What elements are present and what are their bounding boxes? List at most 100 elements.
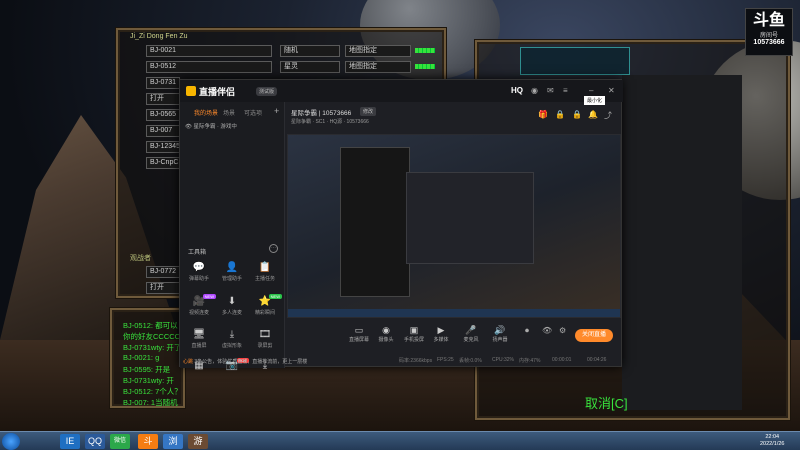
cpu: CPU:32% bbox=[492, 357, 514, 363]
tool-record[interactable]: 🎞 录屏剪 bbox=[250, 328, 280, 358]
taskbar: IE QQ 微信 斗 浏 游 22:04 2022/1/26 bbox=[0, 431, 800, 450]
tool-manager[interactable]: 👤 管理助手 bbox=[217, 261, 247, 291]
fps: FPS:25 bbox=[437, 357, 454, 363]
eye-icon[interactable]: 👁 bbox=[542, 326, 552, 335]
chat-line: BJ-007: 1当随机 bbox=[123, 398, 178, 407]
lock-icon[interactable]: 🔒 bbox=[555, 110, 565, 119]
taskbar-game[interactable]: 游 bbox=[188, 434, 208, 449]
clock[interactable]: 22:04 2022/1/26 bbox=[760, 434, 784, 448]
app-logo: 直播伴侣 bbox=[186, 85, 235, 98]
chat-line: BJ-0731wty: 开 bbox=[123, 376, 174, 385]
slot-name[interactable]: BJ-0512 bbox=[146, 61, 272, 73]
toolbox-more-icon[interactable]: ⋯ bbox=[269, 244, 278, 253]
bitrate: 码率:2366kbps bbox=[399, 358, 433, 364]
room-subtitle: 星际争霸 · SC1 · HQ源 · 10573666 bbox=[291, 119, 369, 125]
observer-slot[interactable]: BJ-0772 bbox=[146, 266, 180, 278]
room-title: 星际争霸 | 10573666 bbox=[291, 110, 352, 117]
cancel-label[interactable]: 取消[C] bbox=[585, 393, 628, 412]
slot-name[interactable]: BJ-0731 bbox=[146, 77, 180, 89]
action-screen[interactable]: ▭ 直播屏幕 bbox=[345, 325, 373, 343]
preview-taskbar bbox=[288, 309, 620, 317]
slot-team[interactable]: 地图指定 bbox=[345, 61, 411, 73]
taskbar-qq[interactable]: QQ bbox=[85, 434, 105, 449]
record-icon[interactable]: ⏺ bbox=[525, 326, 529, 336]
taskbar-wechat[interactable]: 微信 bbox=[110, 434, 130, 449]
tool-avatar[interactable]: ⤓ 虚拟形象 bbox=[217, 328, 247, 358]
tool-screen[interactable]: 🖥 直播屏 bbox=[184, 328, 214, 358]
taskbar-ie[interactable]: IE bbox=[60, 434, 80, 449]
monitor-icon: 🖥 bbox=[192, 329, 206, 340]
elapsed-time: 00:00:01 bbox=[552, 357, 572, 363]
stop-live-button[interactable]: 关闭直播 bbox=[575, 329, 613, 342]
memory: 内存:47% bbox=[519, 358, 541, 364]
bell-icon[interactable]: 🔔 bbox=[588, 110, 598, 119]
drop-rate: 丢帧:0.0% bbox=[459, 358, 482, 364]
action-camera[interactable]: ◉ 摄像头 bbox=[372, 325, 400, 343]
action-phone[interactable]: ▣ 手机投屏 bbox=[400, 325, 428, 343]
logo-icon bbox=[186, 86, 196, 96]
tool-multi-link[interactable]: ⬇ 多人连麦 bbox=[217, 295, 247, 325]
gift-icon[interactable]: 🎁 bbox=[538, 110, 548, 119]
live-time: 00:04:26 bbox=[587, 357, 607, 363]
tasks-icon: 📋 bbox=[258, 262, 272, 273]
clock-date: 2022/1/26 bbox=[760, 441, 785, 447]
stream-preview[interactable] bbox=[287, 134, 621, 318]
douyu-logo: 斗鱼 bbox=[752, 12, 785, 29]
menu-icon[interactable]: ≡ bbox=[563, 86, 568, 95]
tab-my-scene[interactable]: 我的场景 bbox=[194, 108, 218, 117]
toolbox-title: 工具箱 bbox=[188, 250, 207, 256]
slot-name[interactable]: BJ-0565 bbox=[146, 109, 180, 121]
minimap-panel bbox=[520, 47, 630, 75]
manager-icon: 👤 bbox=[225, 262, 239, 273]
slot-name[interactable]: 打开 bbox=[146, 93, 180, 105]
action-mic[interactable]: 🎤 麦克风 bbox=[457, 325, 485, 343]
scene-name: 星际争霸 · 游戏中 bbox=[193, 124, 237, 130]
speaker-icon: 🔊 bbox=[494, 325, 506, 335]
action-media[interactable]: ▶ 多媒体 bbox=[427, 325, 455, 343]
tab-scene[interactable]: 场景 bbox=[223, 108, 235, 117]
tool-danmu[interactable]: 💬 弹幕助手 bbox=[184, 261, 214, 291]
eye-icon[interactable]: 👁 bbox=[185, 124, 194, 130]
desktop: Ji_Zi Dong Fen Zu BJ-0021 随机 地图指定 BJ-051… bbox=[0, 0, 800, 450]
share-icon[interactable]: ⤴ bbox=[604, 110, 612, 121]
slot-name[interactable]: BJ-12345 bbox=[146, 141, 180, 153]
slot-team[interactable]: 地图指定 bbox=[345, 45, 411, 57]
tool-video-link[interactable]: NEW 🎥 视频连麦 bbox=[184, 294, 216, 325]
film-icon: 🎞 bbox=[258, 329, 272, 340]
slot-name[interactable]: BJ-007 bbox=[146, 125, 180, 137]
chat-line: BJ-0595: 开是 bbox=[123, 365, 171, 374]
tool-highlights[interactable]: NEW ⭐ 精彩瞬间 bbox=[250, 294, 282, 325]
slot-race[interactable]: 星灵 bbox=[280, 61, 340, 73]
avatar-icon[interactable]: ◉ bbox=[531, 86, 538, 95]
mail-icon[interactable]: ✉ bbox=[547, 86, 554, 95]
preview-nested-app bbox=[406, 172, 534, 264]
minimize-icon[interactable]: – bbox=[589, 86, 593, 95]
room-card: 斗鱼 房间号 10573666 bbox=[745, 8, 793, 56]
tab-options[interactable]: 可选项 bbox=[244, 108, 262, 117]
tool-tasks[interactable]: 📋 主播任务 bbox=[250, 261, 280, 291]
multi-link-icon: ⬇ bbox=[227, 296, 237, 307]
microphone-icon: 🎤 bbox=[465, 325, 477, 335]
close-icon[interactable]: ✕ bbox=[608, 86, 615, 95]
observers-label: 观战者 bbox=[130, 255, 151, 262]
start-button[interactable] bbox=[2, 433, 20, 450]
chat-line: BJ-0512: 都可以 bbox=[123, 321, 178, 330]
taskbar-browser[interactable]: 浏 bbox=[163, 434, 183, 449]
slot-name[interactable]: BJ-CnpC bbox=[146, 157, 180, 169]
add-scene-icon[interactable]: + bbox=[274, 106, 279, 116]
preview-game-lobby bbox=[340, 147, 410, 297]
new-badge: NEW bbox=[202, 294, 216, 299]
settings-icon[interactable]: ⚙ bbox=[559, 326, 566, 335]
action-speaker[interactable]: 🔊 扬声器 bbox=[486, 325, 514, 343]
scene-row[interactable]: 👁 星际争霸 · 游戏中 bbox=[185, 122, 237, 130]
room-card-label: 房间号 bbox=[759, 33, 778, 39]
hq-badge[interactable]: HQ bbox=[511, 86, 523, 95]
screen-icon: ▭ bbox=[354, 325, 364, 335]
slot-race[interactable]: 随机 bbox=[280, 45, 340, 57]
observer-slot[interactable]: 打开 bbox=[146, 282, 180, 294]
version-badge: 测试版 bbox=[256, 87, 278, 96]
slot-name[interactable]: BJ-0021 bbox=[146, 45, 272, 57]
taskbar-douyu[interactable]: 斗 bbox=[138, 434, 158, 449]
edit-room-button[interactable]: 修改 bbox=[360, 107, 377, 116]
lock-icon[interactable]: 🔒 bbox=[572, 110, 582, 119]
